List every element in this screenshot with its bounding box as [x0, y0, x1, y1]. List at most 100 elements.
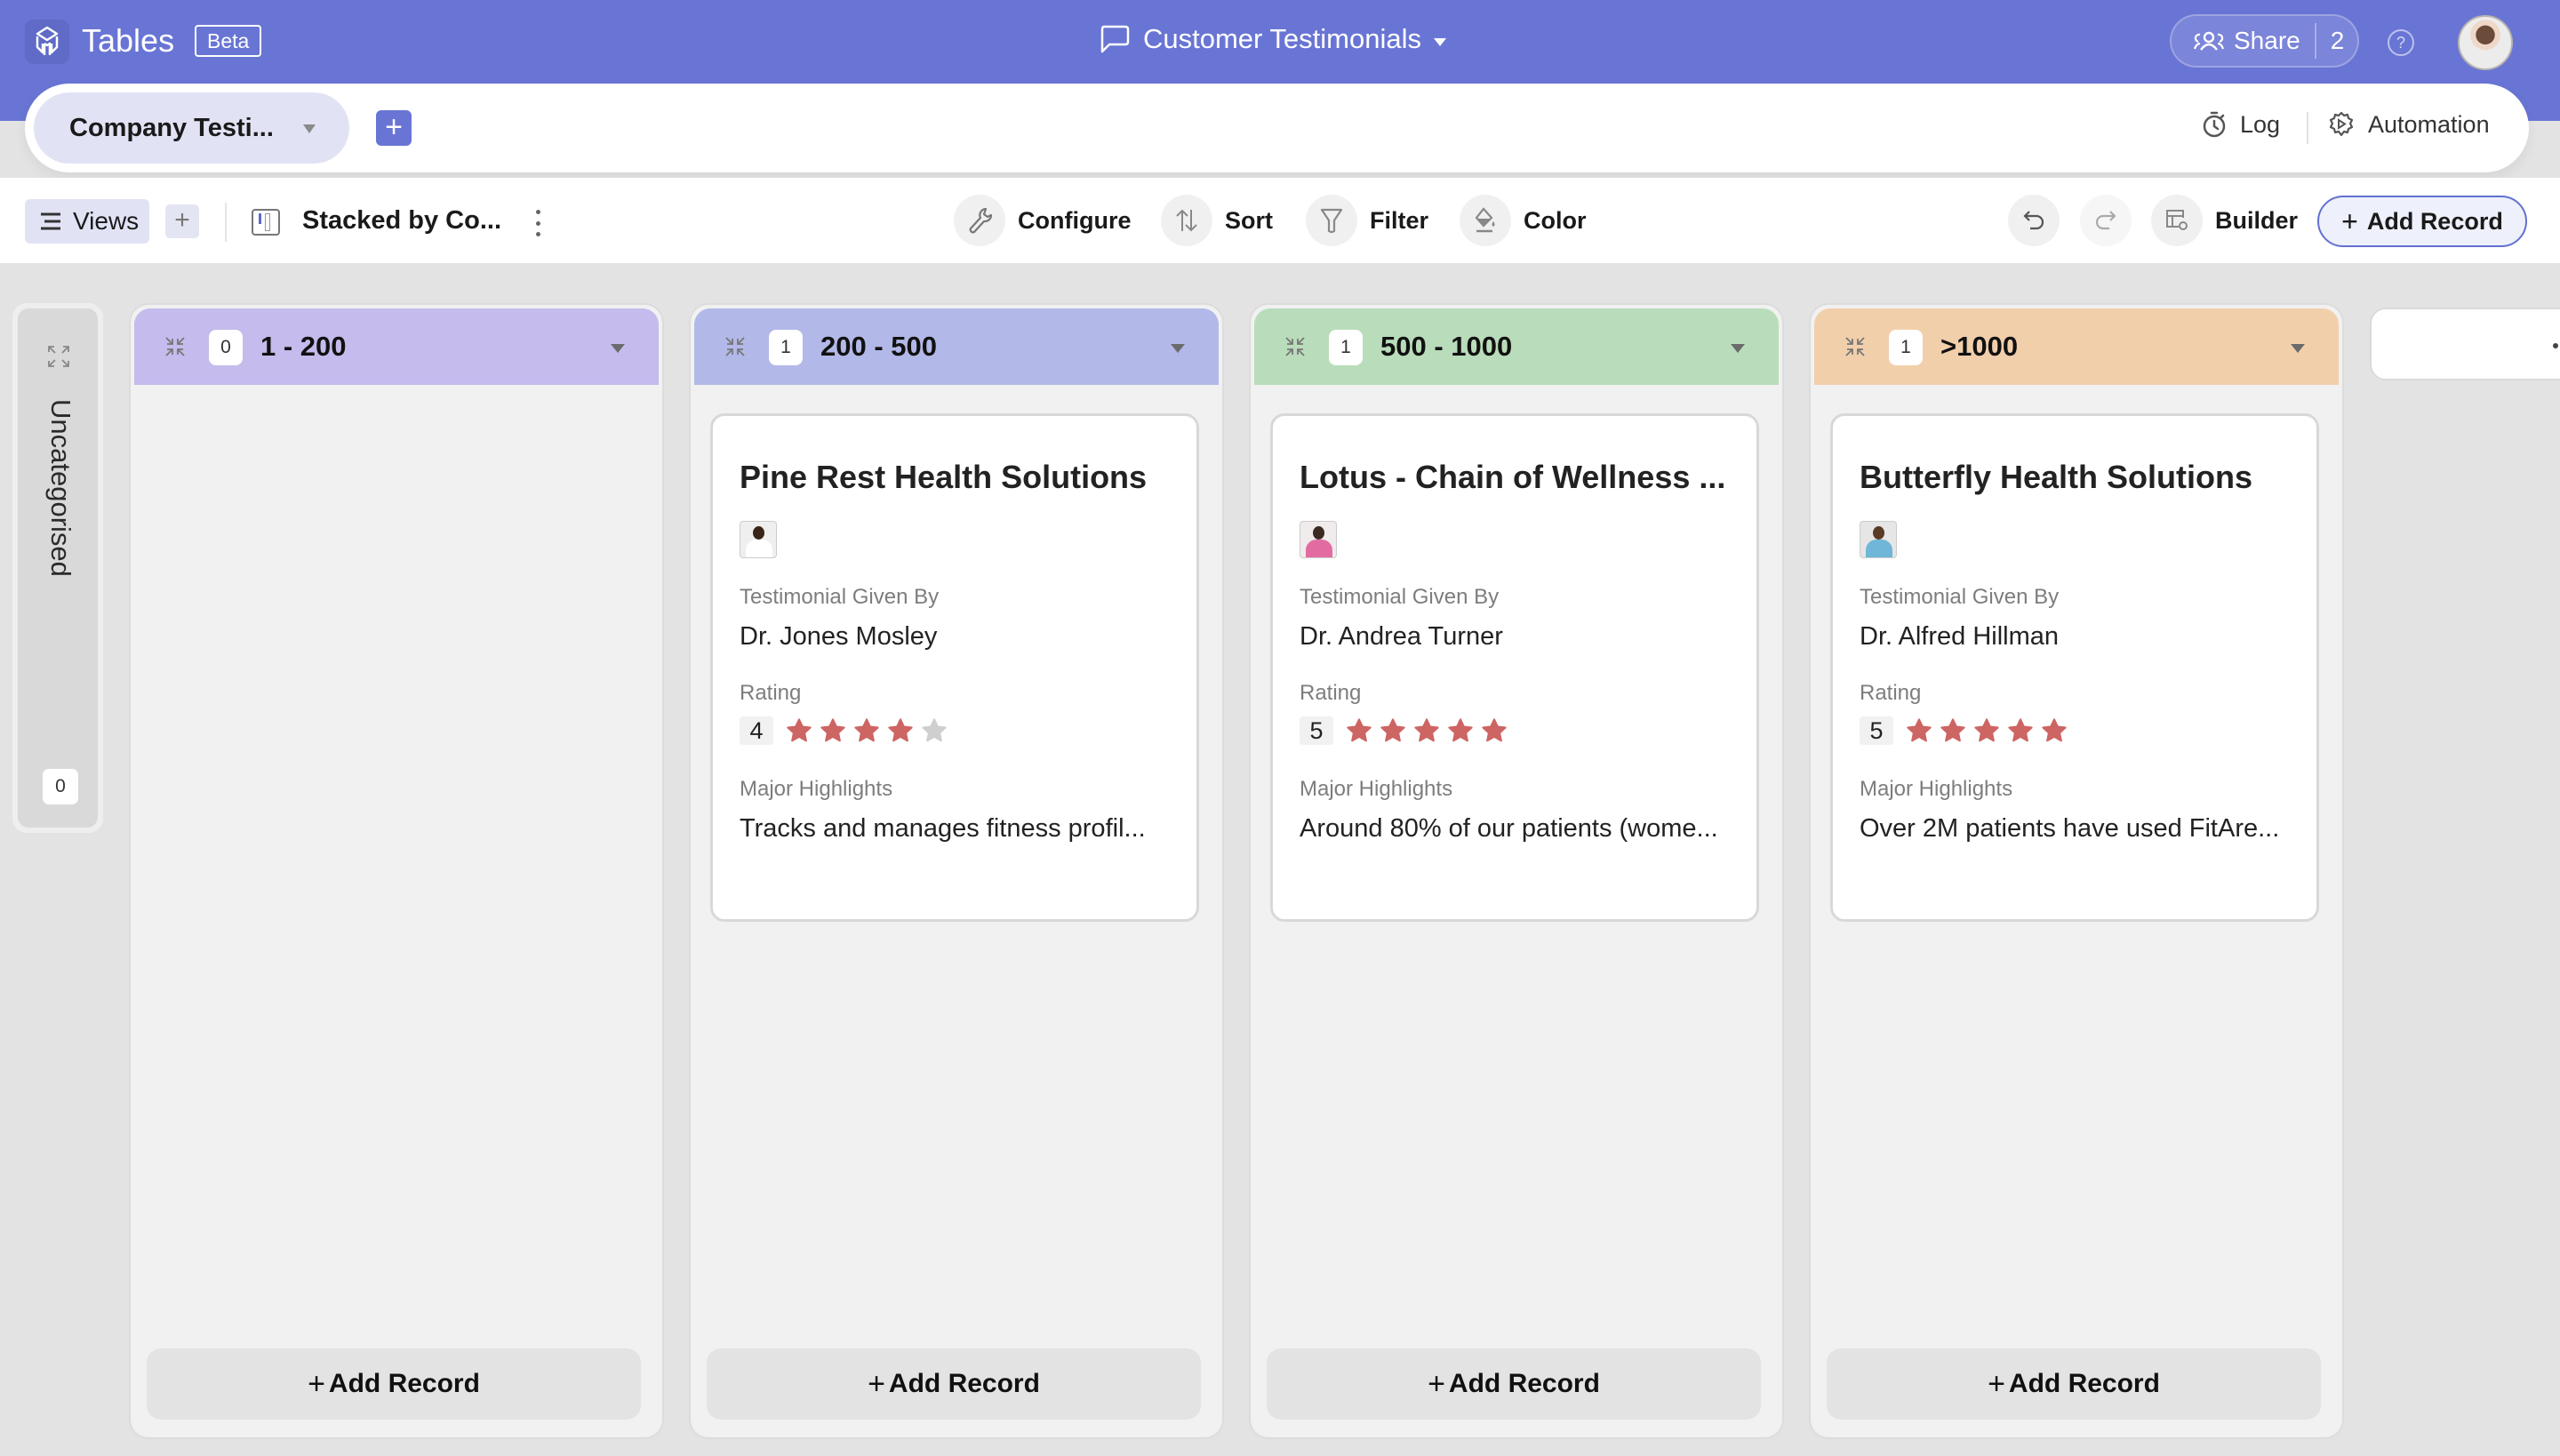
user-avatar[interactable]: [2458, 15, 2513, 70]
chevron-down-icon[interactable]: [2291, 344, 2305, 353]
chevron-down-icon[interactable]: [1171, 344, 1185, 353]
add-record-label: Add Record: [2366, 207, 2503, 235]
star-icon[interactable]: [1445, 716, 1476, 745]
view-toolbar: Views + Stacked by Co... Configure Sort …: [0, 178, 2560, 263]
filter-button[interactable]: Filter: [1306, 194, 1428, 247]
star-icon[interactable]: [852, 716, 882, 745]
beta-badge: Beta: [195, 25, 262, 57]
add-column-button[interactable]: [2370, 308, 2560, 380]
person-photo[interactable]: [740, 521, 777, 558]
collapse-icon[interactable]: [1843, 334, 1868, 359]
column-count: 1: [1329, 330, 1363, 365]
plus-icon: +: [868, 1366, 885, 1401]
chevron-down-icon[interactable]: [1731, 344, 1745, 353]
add-record-button[interactable]: + Add Record: [2317, 196, 2527, 247]
column-header[interactable]: 1 500 - 1000: [1254, 308, 1779, 385]
views-button[interactable]: Views: [25, 199, 149, 244]
rating-value: 4: [740, 716, 773, 745]
rating-value: 5: [1860, 716, 1893, 745]
record-card[interactable]: Pine Rest Health Solutions Testimonial Gi…: [710, 413, 1199, 922]
person-photo[interactable]: [1860, 521, 1897, 558]
star-icon[interactable]: [1344, 716, 1374, 745]
star-rating[interactable]: 4: [740, 716, 949, 745]
log-label: Log: [2240, 110, 2281, 138]
star-icon[interactable]: [1972, 716, 2002, 745]
sort-button[interactable]: Sort: [1161, 194, 1273, 247]
share-count: 2: [2330, 27, 2345, 54]
field-label: Testimonial Given By: [740, 585, 940, 609]
star-icon[interactable]: [818, 716, 848, 745]
board-column: 1 500 - 1000 Lotus - Chain of Wellness ...…: [1249, 303, 1784, 1439]
field-label: Major Highlights: [1300, 777, 1453, 801]
column-add-record-button[interactable]: + Add Record: [1267, 1348, 1761, 1420]
table-tab-bar: Company Testi... + Log Automation: [25, 84, 2529, 172]
chevron-down-icon: [1433, 37, 1446, 46]
share-button[interactable]: Share 2: [2170, 14, 2359, 68]
column-add-record-button[interactable]: + Add Record: [707, 1348, 1201, 1420]
undo-button[interactable]: [2008, 195, 2060, 246]
star-icon[interactable]: [1412, 716, 1442, 745]
configure-label: Configure: [1018, 206, 1132, 234]
cube-logo-icon[interactable]: [25, 20, 69, 64]
collapse-icon[interactable]: [723, 334, 748, 359]
board-column: 1 >1000 Butterfly Health Solutions Testimon…: [1809, 303, 2344, 1439]
record-card[interactable]: Lotus - Chain of Wellness ... Testimonial…: [1270, 413, 1759, 922]
expand-icon[interactable]: [46, 344, 71, 369]
stopwatch-icon: [2203, 111, 2226, 138]
chevron-down-icon[interactable]: [303, 124, 316, 133]
layout-gear-icon: [2166, 210, 2188, 230]
star-icon[interactable]: [2039, 716, 2069, 745]
document-title-dropdown[interactable]: Customer Testimonials: [1099, 23, 1446, 55]
collapse-icon[interactable]: [1283, 334, 1308, 359]
wrench-icon: [969, 207, 993, 234]
star-icon[interactable]: [885, 716, 916, 745]
column-add-record-button[interactable]: + Add Record: [147, 1348, 641, 1420]
star-icon[interactable]: [919, 716, 949, 745]
filter-label: Filter: [1370, 206, 1429, 234]
column-header[interactable]: 0 1 - 200: [134, 308, 659, 385]
automation-button[interactable]: Automation: [2327, 110, 2490, 139]
app-title: Tables: [82, 22, 175, 59]
field-label: Rating: [1300, 681, 1362, 705]
column-header[interactable]: 1 200 - 500: [694, 308, 1219, 385]
plus-icon: +: [2341, 204, 2358, 237]
record-card[interactable]: Butterfly Health Solutions Testimonial Gi…: [1830, 413, 2319, 922]
undo-icon: [2023, 211, 2044, 230]
chat-bubble-icon: [1100, 25, 1130, 53]
add-record-label: Add Record: [1448, 1369, 1600, 1398]
person-photo[interactable]: [1300, 521, 1337, 558]
log-button[interactable]: Log: [2201, 110, 2280, 139]
board-column: 1 200 - 500 Pine Rest Health Solutions Test…: [689, 303, 1224, 1439]
collapse-icon[interactable]: [163, 334, 188, 359]
uncategorised-label: Uncategorised: [45, 399, 76, 577]
star-icon[interactable]: [784, 716, 814, 745]
add-record-label: Add Record: [2008, 1369, 2160, 1398]
column-header[interactable]: 1 >1000: [1814, 308, 2339, 385]
star-icon[interactable]: [1378, 716, 1408, 745]
column-add-record-button[interactable]: + Add Record: [1827, 1348, 2321, 1420]
gear-play-icon: [2329, 111, 2354, 137]
add-table-button[interactable]: +: [376, 110, 412, 146]
color-button[interactable]: Color: [1460, 194, 1587, 247]
star-icon[interactable]: [1938, 716, 1968, 745]
current-view-name[interactable]: Stacked by Co...: [302, 206, 501, 236]
star-rating[interactable]: 5: [1300, 716, 1509, 745]
star-icon[interactable]: [2005, 716, 2036, 745]
plus-icon: +: [1988, 1366, 2005, 1401]
chevron-down-icon[interactable]: [611, 344, 625, 353]
star-rating[interactable]: 5: [1860, 716, 2069, 745]
sort-arrows-icon: [1176, 209, 1197, 232]
column-title: >1000: [1940, 331, 2019, 362]
configure-button[interactable]: Configure: [954, 194, 1132, 247]
tab-company-testimonials[interactable]: Company Testi...: [34, 92, 349, 164]
help-icon[interactable]: ?: [2388, 29, 2414, 56]
share-divider: [2314, 23, 2316, 59]
uncategorised-column[interactable]: Uncategorised 0: [12, 303, 103, 833]
given-by-value: Dr. Andrea Turner: [1300, 622, 1503, 651]
star-icon[interactable]: [1479, 716, 1509, 745]
redo-button[interactable]: [2080, 195, 2132, 246]
builder-button[interactable]: Builder: [2151, 194, 2298, 247]
more-options-icon[interactable]: [536, 210, 541, 236]
add-view-button[interactable]: +: [165, 204, 199, 238]
star-icon[interactable]: [1904, 716, 1934, 745]
